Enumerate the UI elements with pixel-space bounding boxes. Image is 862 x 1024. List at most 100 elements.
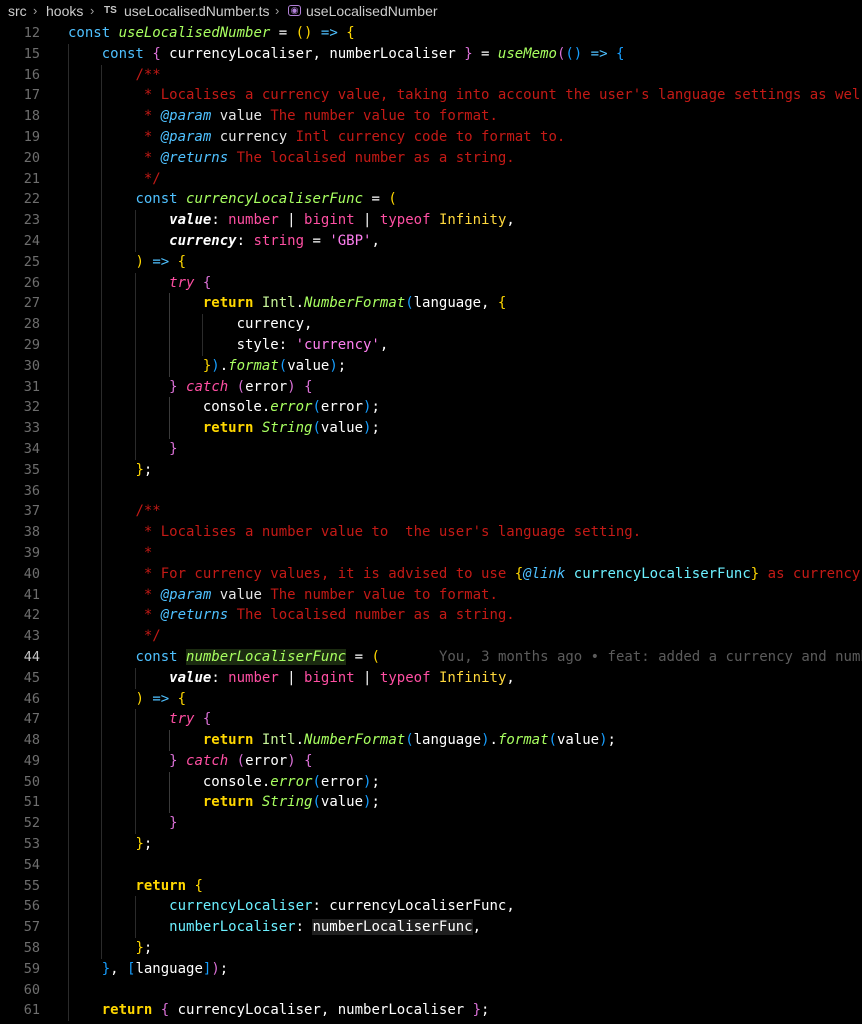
line-text: currency: string = 'GBP', bbox=[169, 232, 380, 249]
code-line[interactable]: 38 * Localises a number value to the use… bbox=[0, 522, 862, 543]
code-line[interactable]: 19 * @param currency Intl currency code … bbox=[0, 126, 862, 148]
code-line[interactable]: 60 bbox=[0, 979, 862, 1001]
line-text: ) => { bbox=[135, 253, 187, 270]
code-line[interactable]: 23 value: number | bigint | typeof Infin… bbox=[0, 210, 862, 231]
line-text: const currencyLocaliserFunc = ( bbox=[135, 191, 397, 208]
code-line[interactable]: 25 ) => { bbox=[0, 251, 862, 273]
line-number: 46 bbox=[23, 690, 40, 707]
line-text: * @returns The localised number as a str… bbox=[68, 607, 515, 624]
code-line[interactable]: 33 return String(value); bbox=[0, 418, 862, 439]
line-number: 51 bbox=[23, 794, 40, 811]
line-number: 44 bbox=[23, 648, 40, 665]
line-text: value: number | bigint | typeof Infinity… bbox=[169, 669, 515, 686]
code-line[interactable]: 40 * For currency values, it is advised … bbox=[0, 563, 862, 585]
chevron-right-icon: › bbox=[33, 3, 38, 18]
breadcrumb-item-src[interactable]: src bbox=[8, 3, 27, 19]
line-number: 43 bbox=[23, 628, 40, 645]
code-line[interactable]: 57 numberLocaliser: numberLocaliserFunc, bbox=[0, 917, 862, 939]
code-line[interactable]: 37 /** bbox=[0, 501, 862, 523]
code-line[interactable]: 31 } catch (error) { bbox=[0, 376, 862, 398]
breadcrumb-item-symbol[interactable]: useLocalisedNumber bbox=[306, 3, 438, 19]
code-line[interactable]: 59 }, [language]); bbox=[0, 958, 862, 980]
line-text: const { currencyLocaliser, numberLocalis… bbox=[101, 45, 625, 62]
line-text: }; bbox=[135, 836, 153, 853]
code-line[interactable]: 43 */ bbox=[0, 626, 862, 647]
code-line[interactable]: 50 console.error(error); bbox=[0, 771, 862, 793]
code-line[interactable]: 56 currencyLocaliser: currencyLocaliserF… bbox=[0, 896, 862, 918]
line-number: 48 bbox=[23, 732, 40, 749]
code-line[interactable]: 16 /** bbox=[0, 64, 862, 86]
code-line[interactable]: 58 }; bbox=[0, 938, 862, 959]
code-line[interactable]: 41 * @param value The number value to fo… bbox=[0, 584, 862, 606]
line-number: 26 bbox=[23, 274, 40, 291]
code-line-active[interactable]: 44 const numberLocaliserFunc = ( You, 3 … bbox=[0, 646, 862, 668]
code-line[interactable]: 61 return { currencyLocaliser, numberLoc… bbox=[0, 1000, 862, 1022]
line-text: style: 'currency', bbox=[68, 336, 389, 353]
chevron-right-icon: › bbox=[275, 3, 280, 18]
line-number: 42 bbox=[23, 607, 40, 624]
line-text: console.error(error); bbox=[68, 399, 380, 416]
code-line[interactable]: 52 } bbox=[0, 813, 862, 835]
code-line[interactable]: 46 ) => { bbox=[0, 688, 862, 710]
line-number: 12 bbox=[23, 25, 40, 41]
line-text: ) => { bbox=[135, 690, 187, 707]
line-number: 35 bbox=[23, 461, 40, 478]
line-text: * Localises a currency value, taking int… bbox=[68, 87, 861, 104]
code-line[interactable]: 27 return Intl.NumberFormat(language, { bbox=[0, 293, 862, 315]
line-text: return String(value); bbox=[202, 794, 380, 811]
code-line[interactable]: 28 currency, bbox=[0, 314, 862, 335]
code-line[interactable]: 18 * @param value The number value to fo… bbox=[0, 106, 862, 127]
line-number: 52 bbox=[23, 815, 40, 832]
code-area[interactable]: 12 const useLocalisedNumber = () => { 15 … bbox=[0, 23, 862, 1022]
line-number: 59 bbox=[23, 960, 40, 977]
breadcrumb-item-file[interactable]: useLocalisedNumber.ts bbox=[124, 3, 270, 19]
line-text: numberLocaliser: numberLocaliserFunc, bbox=[169, 919, 482, 936]
line-text: }, [language]); bbox=[101, 960, 229, 977]
line-number: 57 bbox=[23, 919, 40, 936]
code-line[interactable]: 17 * Localises a currency value, taking … bbox=[0, 85, 862, 107]
line-text: }; bbox=[135, 940, 153, 957]
line-text: * @param currency Intl currency code to … bbox=[68, 128, 566, 145]
line-number: 22 bbox=[23, 191, 40, 208]
code-line[interactable]: 24 currency: string = 'GBP', bbox=[0, 230, 862, 252]
code-line[interactable]: 49 } catch (error) { bbox=[0, 750, 862, 772]
line-number: 50 bbox=[23, 773, 40, 790]
code-line[interactable]: 53 }; bbox=[0, 834, 862, 855]
line-text: * @returns The localised number as a str… bbox=[68, 149, 515, 166]
code-line[interactable]: 39 * bbox=[0, 542, 862, 564]
code-line[interactable]: 34 } bbox=[0, 438, 862, 460]
code-editor[interactable]: src › hooks › TS useLocalisedNumber.ts ›… bbox=[0, 0, 862, 1024]
code-line[interactable]: 35 }; bbox=[0, 459, 862, 481]
line-text: } bbox=[169, 815, 178, 832]
code-line[interactable]: 47 try { bbox=[0, 709, 862, 731]
line-text: const numberLocaliserFunc = ( You, 3 mon… bbox=[68, 647, 862, 668]
line-text: currency, bbox=[68, 316, 313, 333]
line-text: } catch (error) { bbox=[169, 752, 313, 769]
code-line[interactable]: 55 return { bbox=[0, 875, 862, 897]
line-text: const useLocalisedNumber = () => { bbox=[68, 25, 355, 41]
line-number: 27 bbox=[23, 295, 40, 312]
code-line[interactable]: 29 style: 'currency', bbox=[0, 334, 862, 356]
code-line[interactable]: 20 * @returns The localised number as a … bbox=[0, 147, 862, 169]
code-line[interactable]: 21 */ bbox=[0, 168, 862, 190]
code-line[interactable]: 54 bbox=[0, 854, 862, 876]
code-line[interactable]: 12 const useLocalisedNumber = () => { bbox=[0, 23, 862, 44]
line-number: 47 bbox=[23, 711, 40, 728]
code-line[interactable]: 15 const { currencyLocaliser, numberLoca… bbox=[0, 43, 862, 65]
line-text: /** bbox=[135, 503, 161, 520]
code-line[interactable]: 32 console.error(error); bbox=[0, 397, 862, 419]
line-number: 25 bbox=[23, 253, 40, 270]
code-line[interactable]: 26 try { bbox=[0, 272, 862, 294]
breadcrumb-item-hooks[interactable]: hooks bbox=[46, 3, 83, 19]
code-line[interactable]: 45 value: number | bigint | typeof Infin… bbox=[0, 667, 862, 689]
line-text: } catch (error) { bbox=[169, 378, 313, 395]
code-line[interactable]: 48 return Intl.NumberFormat(language).fo… bbox=[0, 730, 862, 751]
code-line[interactable]: 42 * @returns The localised number as a … bbox=[0, 605, 862, 627]
code-line[interactable]: 36 bbox=[0, 480, 862, 502]
code-line[interactable]: 51 return String(value); bbox=[0, 792, 862, 814]
code-line[interactable]: 30 }).format(value); bbox=[0, 355, 862, 377]
chevron-right-icon: › bbox=[90, 3, 95, 18]
line-number: 53 bbox=[23, 836, 40, 853]
line-number: 33 bbox=[23, 420, 40, 437]
code-line[interactable]: 22 const currencyLocaliserFunc = ( bbox=[0, 189, 862, 211]
